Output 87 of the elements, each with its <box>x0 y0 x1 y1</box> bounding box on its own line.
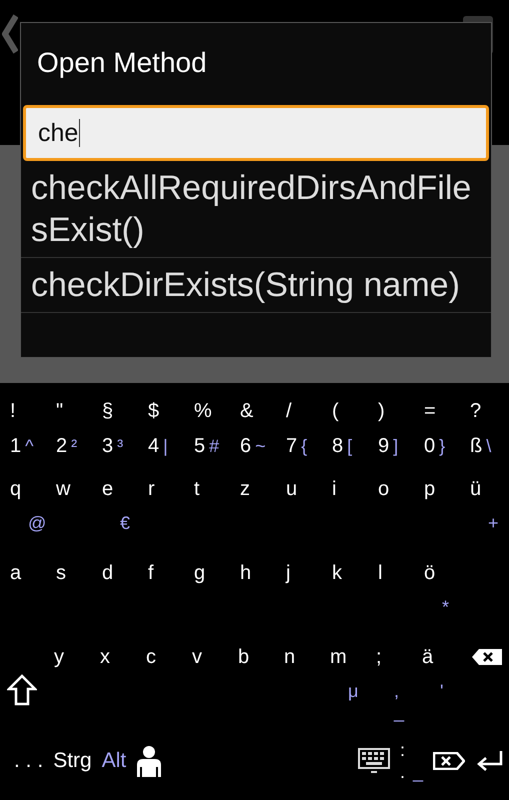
key-label[interactable]: = <box>424 400 436 423</box>
key-label[interactable]: l <box>378 562 414 585</box>
key-label[interactable]: . . . <box>14 749 44 773</box>
key-label[interactable]: v <box>192 646 228 669</box>
key-label[interactable]: ( <box>332 400 339 423</box>
alt-key-label: \ <box>486 436 492 457</box>
key-label[interactable]: k <box>332 562 368 585</box>
key-label[interactable]: q <box>10 478 46 501</box>
alt-key-label: * <box>441 597 450 618</box>
key-label[interactable]: Strg <box>53 749 92 773</box>
alt-key-label: | <box>163 436 168 457</box>
key-label[interactable]: 4 <box>148 435 160 458</box>
keyboard-icon[interactable] <box>358 748 390 774</box>
key-label[interactable]: ? <box>470 400 482 423</box>
key-label[interactable]: : <box>400 739 405 761</box>
alt-key-label: ^ <box>25 436 34 457</box>
key-label[interactable]: . <box>400 761 405 783</box>
key-label[interactable]: w <box>56 478 92 501</box>
key-label[interactable]: i <box>332 478 368 501</box>
key-label[interactable]: t <box>194 478 230 501</box>
person-icon[interactable] <box>136 745 162 777</box>
backspace-icon[interactable] <box>471 648 503 666</box>
enter-icon[interactable] <box>475 750 503 772</box>
alt-key-label: + <box>487 513 500 534</box>
key-label[interactable]: 1 <box>10 435 22 458</box>
key-label[interactable]: § <box>102 400 114 423</box>
key-label[interactable]: ü <box>470 478 506 501</box>
key-label[interactable]: p <box>424 478 460 501</box>
key-label[interactable]: 2 <box>56 435 68 458</box>
alt-key-label: ³ <box>117 436 124 457</box>
key-label[interactable]: 0 <box>424 435 436 458</box>
method-item[interactable]: checkAllRequiredDirsAndFilesExist() <box>21 161 491 258</box>
search-field[interactable]: che <box>23 105 489 161</box>
delete-icon[interactable] <box>433 752 465 770</box>
shift-icon[interactable] <box>7 674 37 706</box>
key-label[interactable]: 9 <box>378 435 390 458</box>
alt-key-label: @ <box>27 513 46 534</box>
key-label[interactable]: o <box>378 478 414 501</box>
key-label[interactable]: ) <box>378 400 385 423</box>
key-label[interactable]: u <box>286 478 322 501</box>
key-label[interactable]: g <box>194 562 230 585</box>
key-label[interactable]: ö <box>424 562 460 585</box>
key-label[interactable]: y <box>54 646 90 669</box>
alt-key-label: _ <box>412 761 423 783</box>
alt-key-label: , _ <box>392 681 406 723</box>
alt-key-label: { <box>301 436 308 457</box>
key-label[interactable]: r <box>148 478 184 501</box>
key-label[interactable]: % <box>194 400 212 423</box>
alt-key-label: ~ <box>255 436 266 457</box>
alt-key-label: € <box>119 513 132 534</box>
key-label[interactable]: & <box>240 400 254 423</box>
alt-key-label: } <box>439 436 446 457</box>
key-label[interactable]: 3 <box>102 435 114 458</box>
key-label[interactable]: c <box>146 646 182 669</box>
key-label[interactable]: f <box>148 562 184 585</box>
key-label[interactable]: d <box>102 562 138 585</box>
alt-key-label: ' <box>439 681 444 702</box>
key-label[interactable]: 8 <box>332 435 344 458</box>
key-label[interactable]: j <box>286 562 322 585</box>
key-label[interactable]: ! <box>10 400 16 423</box>
key-label[interactable]: ä <box>422 646 458 669</box>
key-label[interactable]: m <box>330 646 366 669</box>
key-label[interactable]: 5 <box>194 435 206 458</box>
key-label[interactable]: e <box>102 478 138 501</box>
key-label[interactable]: z <box>240 478 276 501</box>
alt-key-label: μ <box>347 681 360 702</box>
key-label[interactable]: s <box>56 562 92 585</box>
key-label[interactable]: h <box>240 562 276 585</box>
key-label[interactable]: b <box>238 646 274 669</box>
key-label[interactable]: / <box>286 400 292 423</box>
alt-key-label: [ <box>347 436 352 457</box>
key-label[interactable]: ; <box>376 646 412 669</box>
alt-key[interactable]: Alt <box>102 749 126 773</box>
key-label[interactable]: a <box>10 562 46 585</box>
key-label[interactable]: 7 <box>286 435 298 458</box>
alt-key-label: ] <box>393 436 398 457</box>
key-label[interactable]: " <box>56 400 64 423</box>
dialog-title: Open Method <box>37 47 207 80</box>
key-label[interactable]: n <box>284 646 320 669</box>
alt-key-label: # <box>209 436 220 457</box>
key-label[interactable]: ß <box>470 435 482 458</box>
alt-key-label: ² <box>71 436 78 457</box>
key-label[interactable]: 6 <box>240 435 252 458</box>
key-label[interactable]: x <box>100 646 136 669</box>
method-item[interactable]: checkDirExists(String name) <box>21 258 491 313</box>
back-icon[interactable] <box>2 14 18 54</box>
key-label[interactable]: $ <box>148 400 160 423</box>
